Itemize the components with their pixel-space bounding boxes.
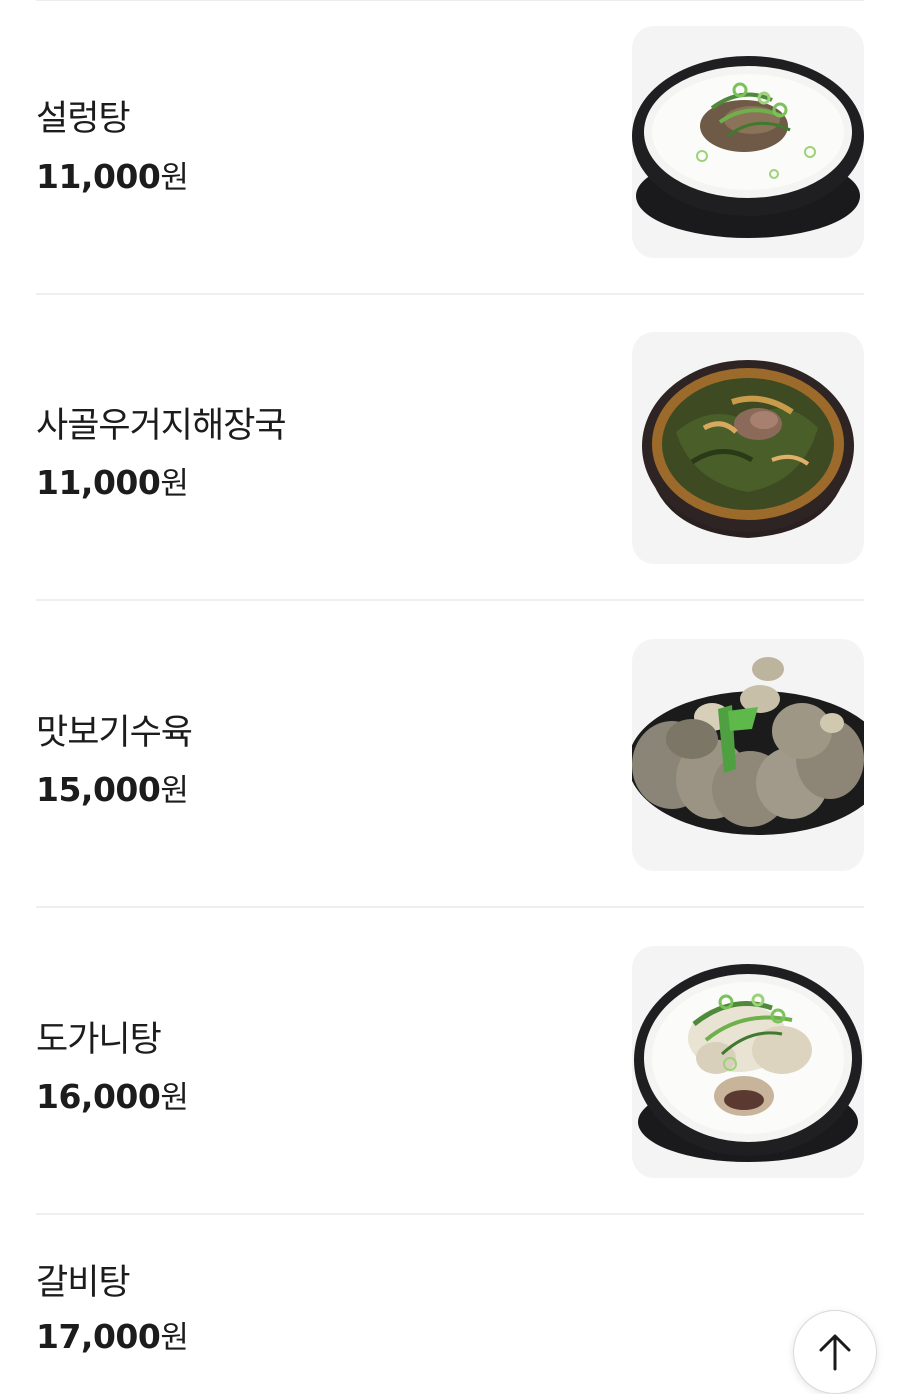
price-currency: 원 [160,1080,189,1116]
menu-item-image[interactable] [632,946,864,1178]
menu-item-image[interactable] [632,639,864,871]
menu-divider [36,906,864,908]
price-value: 11,000 [36,157,161,196]
menu-item-seolleongtang[interactable]: 설렁탕 11,000원 [36,24,864,260]
price-value: 11,000 [36,463,161,502]
menu-item-doganitang[interactable]: 도가니탕 16,000원 [36,944,864,1180]
menu-item-price: 11,000원 [36,152,189,197]
menu-divider [36,599,864,601]
suyuk-photo-icon [632,657,864,835]
scroll-to-top-button[interactable] [793,1310,877,1394]
menu-item-suyuk[interactable]: 맛보기수육 15,000원 [36,637,864,873]
menu-item-price: 16,000원 [36,1072,189,1117]
price-value: 15,000 [36,770,161,809]
top-divider [36,0,864,1]
menu-item-name: 설렁탕 [36,99,131,139]
menu-item-image[interactable] [632,26,864,258]
menu-divider [36,1213,864,1215]
menu-item-name: 도가니탕 [36,1020,162,1060]
menu-item-ugeoji-haejangguk[interactable]: 사골우거지해장국 11,000원 [36,330,864,566]
menu-item-name: 갈비탕 [36,1263,131,1303]
seolleongtang-photo-icon [632,56,864,238]
menu-item-image[interactable] [632,332,864,564]
menu-item-galbitang[interactable]: 갈비탕 17,000원 [36,1240,864,1380]
price-value: 17,000 [36,1317,161,1356]
price-currency: 원 [160,1320,189,1356]
arrow-up-icon [819,1334,851,1371]
menu-item-price: 17,000원 [36,1312,189,1357]
price-currency: 원 [160,466,189,502]
menu-item-price: 15,000원 [36,765,189,810]
price-currency: 원 [160,773,189,809]
menu-item-name: 사골우거지해장국 [36,406,287,446]
menu-divider [36,293,864,295]
ugeoji-haejangguk-photo-icon [642,360,854,538]
menu-item-name: 맛보기수육 [36,713,193,753]
price-currency: 원 [160,160,189,196]
menu-item-price: 11,000원 [36,458,189,503]
doganitang-photo-icon [634,964,862,1162]
price-value: 16,000 [36,1077,161,1116]
